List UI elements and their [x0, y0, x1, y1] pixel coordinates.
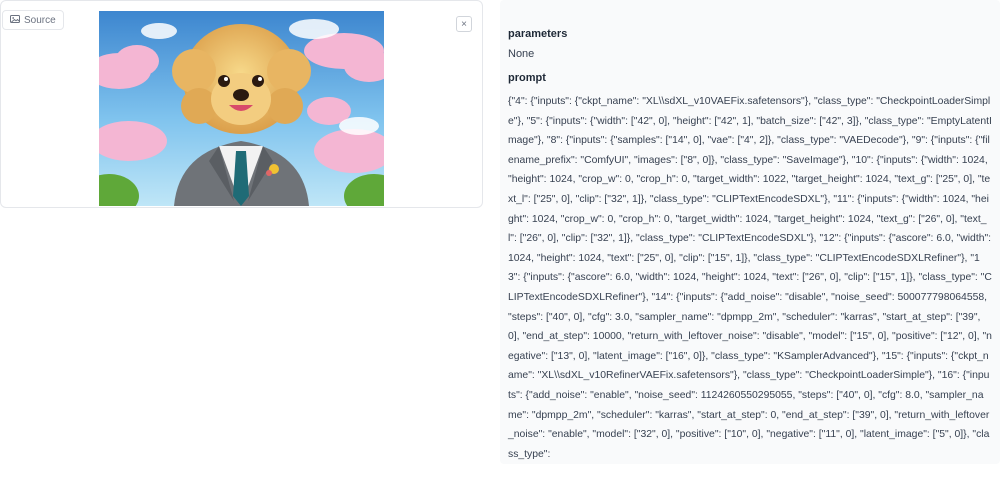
close-icon: ×: [461, 18, 467, 30]
parameters-value: None: [508, 48, 535, 60]
prompt-text: {"4": {"inputs": {"ckpt_name": "XL\\sdXL…: [508, 96, 992, 460]
source-label: Source: [2, 10, 64, 30]
info-panel: parameters None prompt {"4": {"inputs": …: [500, 0, 1000, 464]
close-button[interactable]: ×: [456, 16, 472, 32]
parameters-label: parameters: [508, 28, 568, 40]
prompt-label: prompt: [508, 72, 546, 84]
preview-image[interactable]: [99, 11, 384, 206]
source-label-text: Source: [24, 14, 56, 26]
source-image-panel: Source ×: [0, 0, 483, 208]
image-icon: [10, 14, 20, 27]
